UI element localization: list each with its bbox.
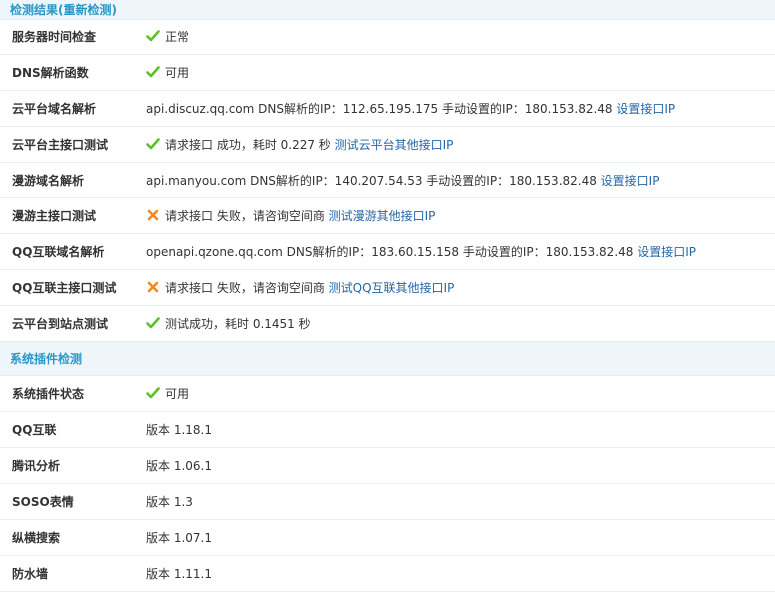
row-label: 云平台主接口测试	[0, 126, 146, 163]
check-icon	[146, 316, 160, 329]
row-action-link[interactable]: 测试QQ互联其他接口IP	[329, 281, 455, 295]
row-value-text: 版本 1.07.1	[146, 530, 212, 545]
row-value: 请求接口 失败，请咨询空间商 测试QQ互联其他接口IP	[146, 269, 775, 306]
row-action-link[interactable]: 设置接口IP	[637, 245, 696, 259]
row-value: openapi.qzone.qq.com DNS解析的IP：183.60.15.…	[146, 233, 775, 271]
table-row: 云平台到站点测试 测试成功，耗时 0.1451 秒	[0, 305, 775, 342]
row-action-link[interactable]: 测试漫游其他接口IP	[329, 209, 436, 223]
row-value-text: 正常	[165, 30, 190, 45]
row-label: QQ互联域名解析	[0, 233, 146, 271]
table-row: QQ互联域名解析 openapi.qzone.qq.com DNS解析的IP：18…	[0, 233, 775, 271]
cross-icon	[147, 281, 159, 293]
row-label: 防水墙	[0, 555, 146, 592]
table-row: 漫游域名解析 api.manyou.com DNS解析的IP：140.207.54…	[0, 162, 775, 199]
table-row: 服务器时间检查 正常	[0, 19, 775, 56]
row-value: 版本 1.3	[146, 483, 775, 520]
row-label: QQ互联	[0, 411, 146, 448]
table-row: 系统插件状态 可用	[0, 375, 775, 412]
row-value-text: 版本 1.3	[146, 494, 193, 509]
row-value: 测试成功，耗时 0.1451 秒	[146, 305, 775, 342]
row-action-link[interactable]: 测试云平台其他接口IP	[335, 138, 454, 152]
table-row: 腾讯分析 版本 1.06.1	[0, 447, 775, 484]
row-label: 腾讯分析	[0, 447, 146, 484]
row-value: api.discuz.qq.com DNS解析的IP：112.65.195.17…	[146, 90, 775, 127]
cloud-check-table: 检测结果(重新检测) 服务器时间检查 正常 DNS解析函数 可用 云平台域名解析 api.d…	[0, 0, 775, 592]
row-value-text: api.discuz.qq.com DNS解析的IP：112.65.195.17…	[146, 101, 617, 116]
row-label: QQ互联主接口测试	[0, 269, 146, 306]
row-label: 漫游主接口测试	[0, 197, 146, 235]
row-value-text: openapi.qzone.qq.com DNS解析的IP：183.60.15.…	[146, 245, 638, 260]
row-label: DNS解析函数	[0, 54, 146, 92]
row-value-text: 请求接口 成功，耗时 0.227 秒	[165, 137, 335, 152]
row-value: 版本 1.07.1	[146, 519, 775, 556]
table-row: 漫游主接口测试 请求接口 失败，请咨询空间商 测试漫游其他接口IP	[0, 197, 775, 235]
row-value: 正常	[146, 19, 775, 56]
row-value: 版本 1.06.1	[146, 447, 775, 484]
row-value-text: 可用	[165, 386, 190, 401]
check-icon	[146, 66, 160, 78]
row-value-text: 版本 1.11.1	[146, 566, 212, 581]
row-label: 服务器时间检查	[0, 19, 146, 56]
cross-icon	[147, 210, 159, 221]
row-label: 云平台到站点测试	[0, 305, 146, 342]
row-value: 版本 1.18.1	[146, 411, 775, 448]
row-value-text: api.manyou.com DNS解析的IP：140.207.54.53 手动…	[146, 173, 601, 188]
table-row: SOSO表情 版本 1.3	[0, 483, 775, 520]
check-icon	[146, 386, 160, 398]
row-value-text: 版本 1.18.1	[146, 422, 212, 437]
section-title: 系统插件检测	[0, 341, 775, 376]
table-row: DNS解析函数 可用	[0, 54, 775, 92]
row-value-text: 请求接口 失败，请咨询空间商	[165, 280, 329, 295]
row-label: 系统插件状态	[0, 375, 146, 412]
row-value-text: 可用	[165, 66, 190, 81]
section-title: 检测结果(重新检测)	[0, 0, 775, 20]
row-value: 请求接口 成功，耗时 0.227 秒 测试云平台其他接口IP	[146, 126, 775, 163]
table-row: QQ互联主接口测试 请求接口 失败，请咨询空间商 测试QQ互联其他接口IP	[0, 269, 775, 306]
row-label: 纵横搜索	[0, 519, 146, 556]
row-value: 可用	[146, 54, 775, 92]
row-label: 云平台域名解析	[0, 90, 146, 127]
row-label: 漫游域名解析	[0, 162, 146, 199]
row-value: 可用	[146, 375, 775, 412]
row-value-text: 测试成功，耗时 0.1451 秒	[165, 316, 311, 331]
row-action-link[interactable]: 设置接口IP	[601, 174, 660, 188]
row-value: 请求接口 失败，请咨询空间商 测试漫游其他接口IP	[146, 197, 775, 235]
section-header: 系统插件检测	[0, 341, 775, 376]
row-value: api.manyou.com DNS解析的IP：140.207.54.53 手动…	[146, 162, 775, 199]
row-value: 版本 1.11.1	[146, 555, 775, 592]
row-action-link[interactable]: 设置接口IP	[616, 102, 675, 116]
row-label: SOSO表情	[0, 483, 146, 520]
table-row: QQ互联 版本 1.18.1	[0, 411, 775, 448]
table-row: 防水墙 版本 1.11.1	[0, 555, 775, 592]
row-value-text: 版本 1.06.1	[146, 458, 212, 473]
table-body: 检测结果(重新检测) 服务器时间检查 正常 DNS解析函数 可用 云平台域名解析 api.d…	[0, 0, 775, 592]
table-row: 云平台域名解析 api.discuz.qq.com DNS解析的IP：112.65…	[0, 90, 775, 127]
check-icon	[146, 137, 160, 150]
table-row: 云平台主接口测试 请求接口 成功，耗时 0.227 秒 测试云平台其他接口IP	[0, 126, 775, 163]
section-header: 检测结果(重新检测)	[0, 0, 775, 20]
table-row: 纵横搜索 版本 1.07.1	[0, 519, 775, 556]
check-icon	[146, 30, 160, 42]
row-value-text: 请求接口 失败，请咨询空间商	[165, 209, 329, 224]
